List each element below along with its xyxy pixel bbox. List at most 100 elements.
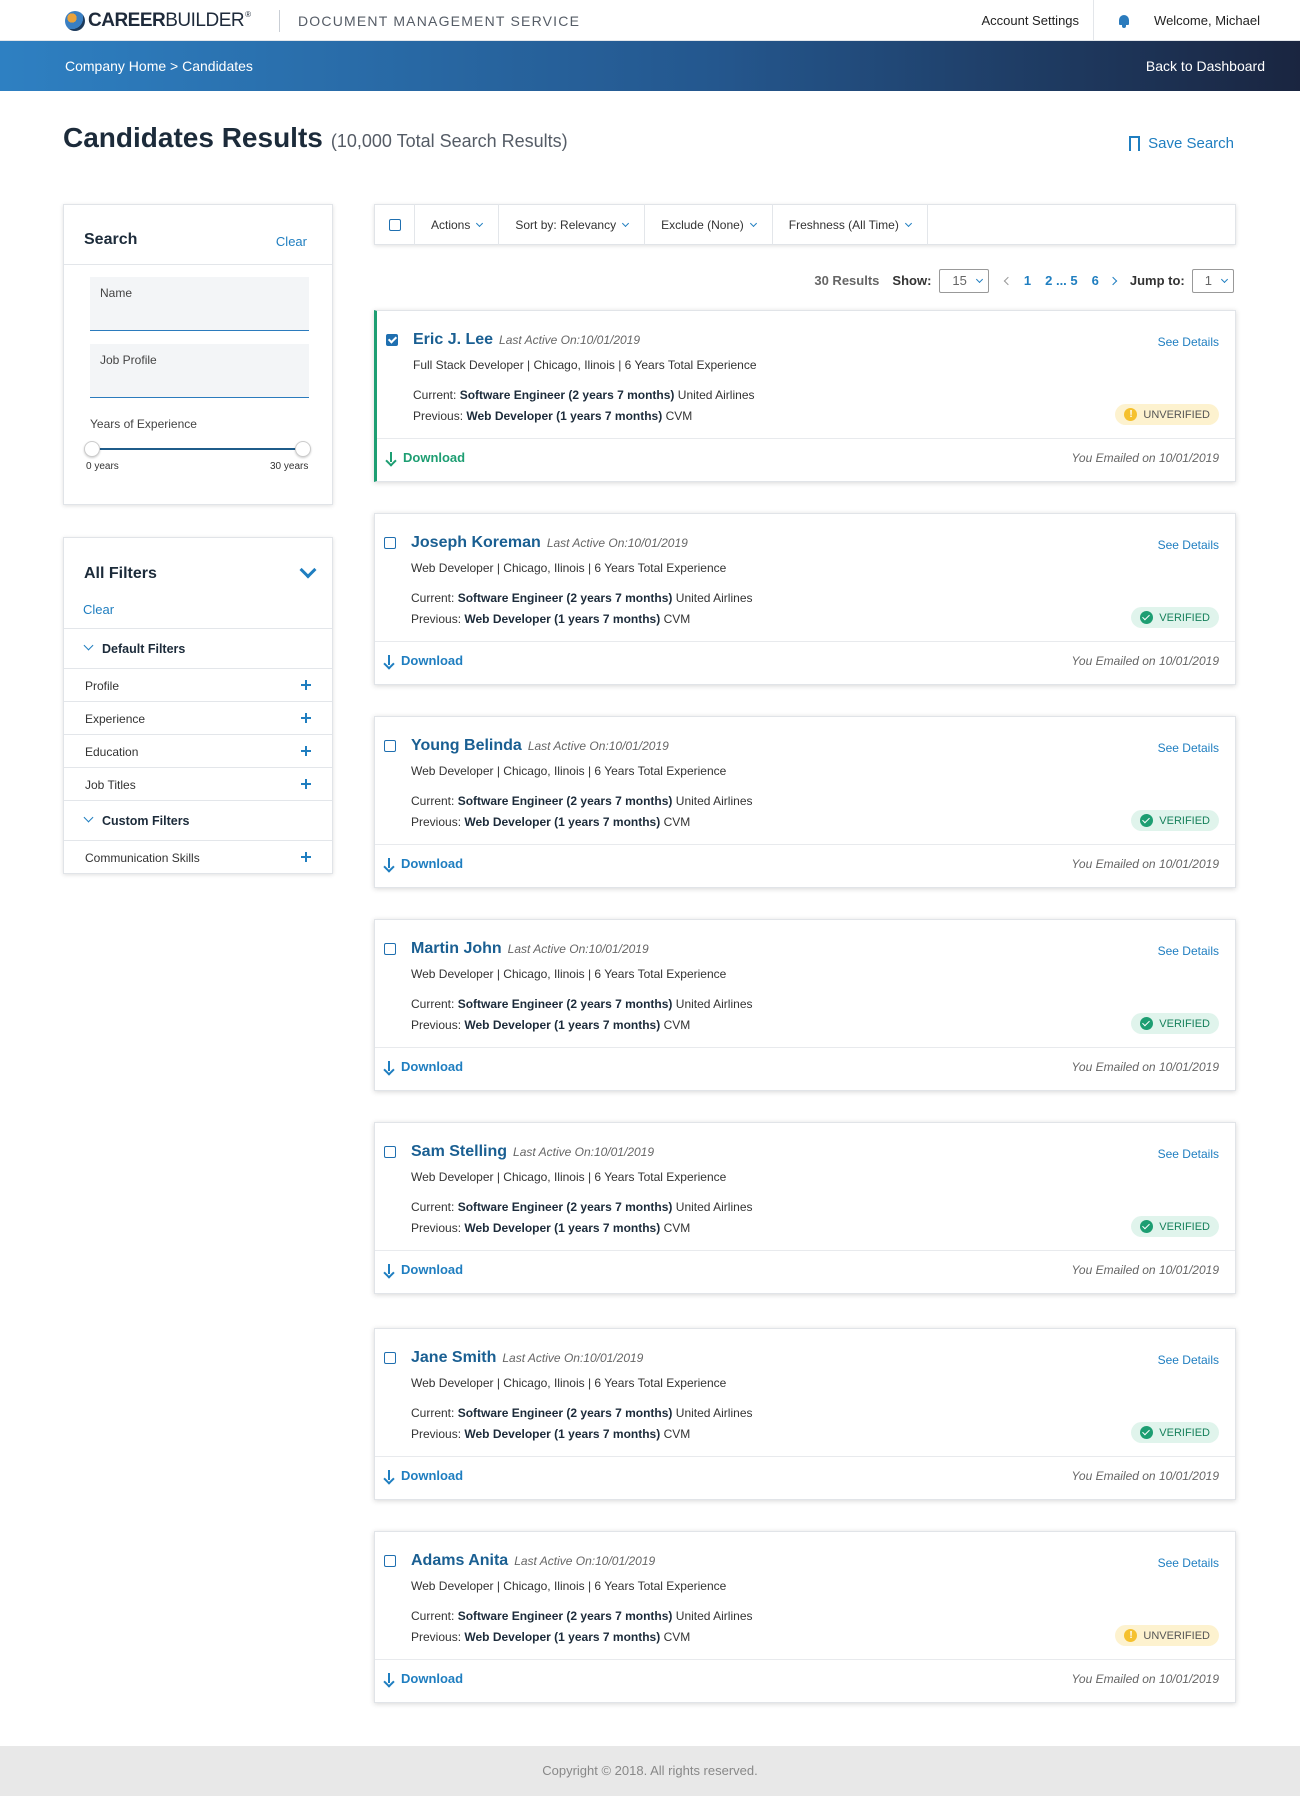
see-details-link[interactable]: See Details — [1158, 1147, 1219, 1161]
current-label: Current: — [411, 1609, 455, 1623]
see-details-link[interactable]: See Details — [1158, 1353, 1219, 1367]
previous-company: CVM — [663, 1221, 691, 1235]
actions-dropdown[interactable]: Actions — [415, 204, 500, 245]
account-settings-link[interactable]: Account Settings — [981, 13, 1093, 28]
slider-max-handle[interactable] — [295, 441, 311, 457]
save-search-label: Save Search — [1148, 135, 1234, 152]
logo-divider — [279, 10, 280, 32]
filter-item-job-titles[interactable]: Job Titles — [64, 767, 332, 800]
candidate-checkbox[interactable] — [384, 740, 396, 752]
candidate-name[interactable]: Sam Stelling — [411, 1143, 507, 1160]
status-label: VERIFIED — [1159, 611, 1210, 624]
experience-slider-track[interactable] — [93, 448, 303, 450]
page-link-6[interactable]: 6 — [1092, 273, 1099, 288]
download-label: Download — [401, 1671, 464, 1686]
filter-item-label: Communication Skills — [85, 851, 200, 865]
footer: Copyright © 2018. All rights reserved. — [0, 1746, 1300, 1796]
plus-icon[interactable] — [301, 713, 311, 723]
search-clear-button[interactable]: Clear — [276, 234, 307, 249]
download-button[interactable]: Download — [384, 1468, 463, 1483]
slider-min-handle[interactable] — [84, 441, 100, 457]
page-link-1[interactable]: 1 — [1024, 273, 1031, 288]
chevron-right-icon[interactable] — [1108, 276, 1118, 285]
welcome-user[interactable]: Welcome, Michael — [1154, 13, 1260, 28]
filter-item-education[interactable]: Education — [64, 734, 332, 767]
candidate-name[interactable]: Adams Anita — [411, 1552, 508, 1569]
plus-icon[interactable] — [301, 746, 311, 756]
candidate-card[interactable]: Joseph Koreman Last Active On:10/01/2019 … — [374, 513, 1236, 685]
page-link-range[interactable]: 2 ... 5 — [1045, 273, 1078, 288]
candidate-meta: Web Developer | Chicago, Ilinois | 6 Yea… — [411, 967, 727, 981]
save-search-button[interactable]: Save Search — [1129, 135, 1234, 155]
exclude-dropdown[interactable]: Exclude (None) — [645, 204, 773, 245]
select-all-cell — [375, 204, 415, 245]
see-details-link[interactable]: See Details — [1158, 538, 1219, 552]
jump-to-select[interactable]: 1 — [1191, 268, 1234, 293]
download-button[interactable]: Download — [384, 1059, 463, 1074]
sort-dropdown[interactable]: Sort by: Relevancy — [499, 204, 646, 245]
see-details-link[interactable]: See Details — [1158, 335, 1219, 349]
plus-icon[interactable] — [301, 779, 311, 789]
page-size-select[interactable]: 15 — [939, 268, 989, 293]
name-input[interactable] — [100, 304, 295, 319]
filter-item-profile[interactable]: Profile — [64, 668, 332, 701]
status-badge: VERIFIED — [1131, 810, 1219, 831]
last-active: Last Active On:10/01/2019 — [546, 536, 688, 550]
freshness-dropdown[interactable]: Freshness (All Time) — [773, 204, 928, 245]
name-field[interactable]: Name — [90, 277, 309, 331]
status-badge: UNVERIFIED — [1115, 404, 1219, 425]
job-profile-input[interactable] — [100, 371, 295, 386]
candidate-checkbox[interactable] — [384, 1555, 396, 1567]
download-button[interactable]: Download — [384, 653, 463, 668]
download-button[interactable]: Download — [384, 1671, 463, 1686]
filter-item-label: Education — [85, 745, 139, 759]
candidate-card[interactable]: Sam Stelling Last Active On:10/01/2019 Se… — [374, 1122, 1236, 1294]
download-button[interactable]: Download — [386, 450, 465, 465]
candidate-card[interactable]: Adams Anita Last Active On:10/01/2019 See… — [374, 1531, 1236, 1703]
bell-icon[interactable] — [1118, 14, 1130, 28]
candidate-checkbox[interactable] — [386, 334, 398, 346]
candidate-name[interactable]: Jane Smith — [411, 1349, 496, 1366]
candidate-card[interactable]: Eric J. Lee Last Active On:10/01/2019 See… — [374, 310, 1236, 482]
divider — [375, 1047, 1235, 1048]
filter-item-communication-skills[interactable]: Communication Skills — [64, 840, 332, 873]
previous-label: Previous: — [411, 1221, 462, 1235]
filter-item-experience[interactable]: Experience — [64, 701, 332, 734]
jump-to-value: 1 — [1204, 273, 1212, 288]
jump-to-label: Jump to: — [1129, 273, 1185, 288]
careerbuilder-logo[interactable]: CAREER BUILDER ® — [65, 10, 251, 32]
custom-filters-group[interactable]: Custom Filters — [64, 800, 332, 840]
candidate-checkbox[interactable] — [384, 1352, 396, 1364]
download-arrow-icon — [386, 451, 396, 464]
freshness-label: Freshness (All Time) — [788, 217, 899, 232]
previous-label: Previous: — [411, 612, 462, 626]
download-label: Download — [401, 653, 464, 668]
candidate-checkbox[interactable] — [384, 1146, 396, 1158]
last-active: Last Active On:10/01/2019 — [527, 739, 669, 753]
select-all-checkbox[interactable] — [388, 218, 401, 231]
candidate-card[interactable]: Jane Smith Last Active On:10/01/2019 See … — [374, 1328, 1236, 1500]
candidate-checkbox[interactable] — [384, 537, 396, 549]
candidate-checkbox[interactable] — [384, 943, 396, 955]
candidate-card[interactable]: Martin John Last Active On:10/01/2019 See… — [374, 919, 1236, 1091]
candidate-card[interactable]: Young Belinda Last Active On:10/01/2019 S… — [374, 716, 1236, 888]
back-to-dashboard-link[interactable]: Back to Dashboard — [1146, 58, 1265, 74]
see-details-link[interactable]: See Details — [1158, 1556, 1219, 1570]
plus-icon[interactable] — [301, 852, 311, 862]
filters-clear-button[interactable]: Clear — [83, 602, 114, 617]
download-button[interactable]: Download — [384, 1262, 463, 1277]
candidate-name[interactable]: Eric J. Lee — [413, 331, 493, 348]
see-details-link[interactable]: See Details — [1158, 741, 1219, 755]
plus-icon[interactable] — [301, 680, 311, 690]
job-profile-field[interactable]: Job Profile — [90, 344, 309, 398]
chevron-down-icon[interactable] — [299, 561, 317, 579]
candidate-name[interactable]: Martin John — [411, 940, 502, 957]
breadcrumb[interactable]: Company Home > Candidates — [65, 58, 253, 74]
default-filters-group[interactable]: Default Filters — [64, 628, 332, 668]
download-button[interactable]: Download — [384, 856, 463, 871]
candidate-name[interactable]: Young Belinda — [411, 737, 522, 754]
chevron-left-icon[interactable] — [1003, 276, 1013, 285]
see-details-link[interactable]: See Details — [1158, 944, 1219, 958]
candidate-name[interactable]: Joseph Koreman — [411, 534, 541, 551]
last-active: Last Active On:10/01/2019 — [513, 1145, 655, 1159]
